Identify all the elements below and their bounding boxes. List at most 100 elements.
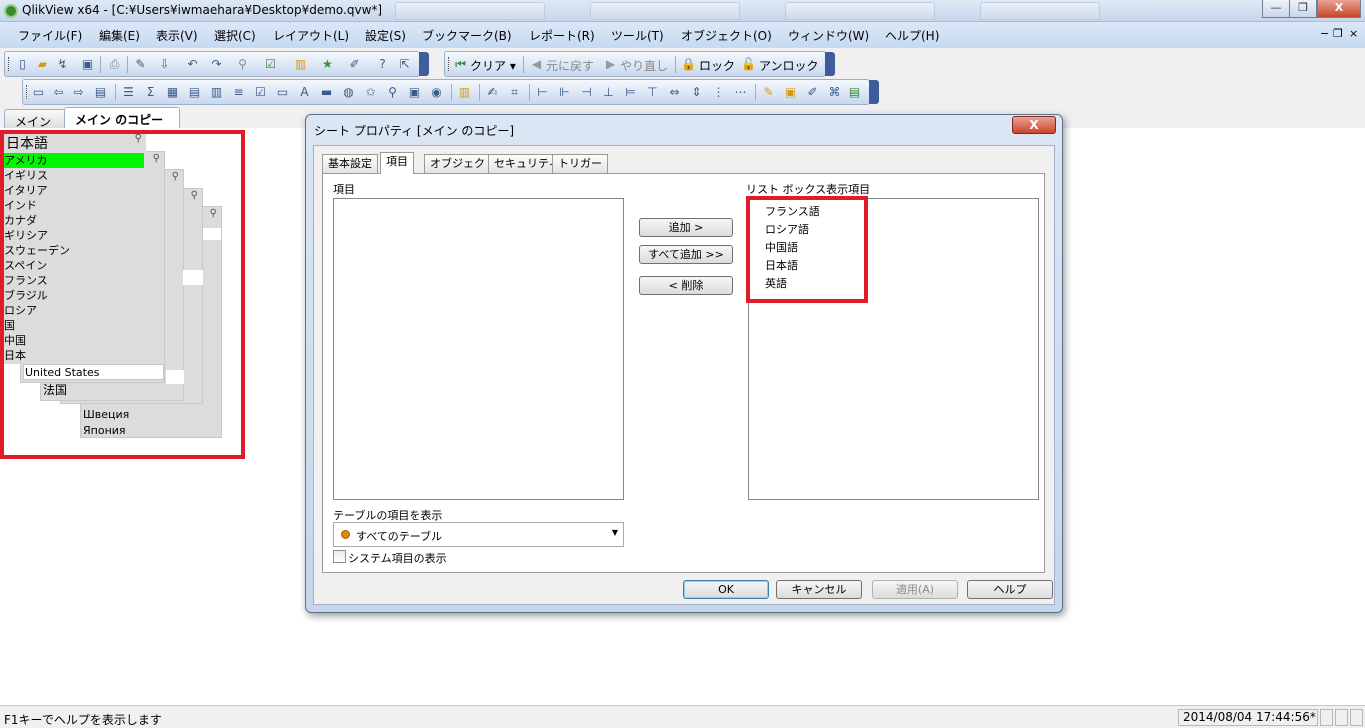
menu-settings[interactable]: 設定(S)	[365, 27, 406, 44]
statistics-box-icon[interactable]: Σ	[143, 85, 158, 100]
dialog-close-button[interactable]: X	[1012, 116, 1056, 134]
back-icon[interactable]: ◀	[529, 57, 544, 72]
tab-main[interactable]: メイン	[4, 109, 68, 141]
apply-button[interactable]: 適用(A)	[872, 580, 958, 599]
menu-file[interactable]: ファイル(F)	[18, 27, 82, 44]
add-sheet-icon[interactable]: ▭	[31, 85, 46, 100]
align-middle-icon[interactable]: ⊨	[623, 85, 638, 100]
table-viewer-icon[interactable]: ⌘	[827, 85, 842, 100]
tab-fields[interactable]: 項目	[380, 152, 414, 174]
context-help-icon[interactable]: ⇱	[397, 57, 412, 72]
chevron-down-icon[interactable]: ▼	[612, 528, 618, 537]
edit-script-icon[interactable]: ✎	[133, 57, 148, 72]
menu-object[interactable]: オブジェクト(O)	[681, 27, 772, 44]
align-top-icon[interactable]: ⊤	[645, 85, 660, 100]
bookmark-object-icon[interactable]: ✩	[363, 85, 378, 100]
align-right-icon[interactable]: ⊣	[579, 85, 594, 100]
toolbar-options-chevron[interactable]	[869, 80, 879, 104]
reload-data-icon[interactable]: ⇩	[157, 57, 172, 72]
unlock-button[interactable]: アンロック	[759, 57, 819, 74]
available-fields-list[interactable]	[333, 198, 624, 500]
system-fields-checkbox[interactable]	[333, 550, 346, 563]
slider-icon[interactable]: ◍	[341, 85, 356, 100]
search-object-icon[interactable]: ⚲	[385, 85, 400, 100]
minimize-button[interactable]: —	[1262, 0, 1290, 18]
button-object-icon[interactable]: ▭	[275, 85, 290, 100]
toolbar-options-chevron[interactable]	[825, 52, 835, 76]
menu-help[interactable]: ヘルプ(H)	[885, 27, 939, 44]
chart-icon[interactable]: ▥	[209, 85, 224, 100]
unlock-icon[interactable]: 🔓	[741, 57, 756, 72]
distribute-icon[interactable]: ⋮	[711, 85, 726, 100]
lock-button[interactable]: ロック	[699, 57, 735, 74]
align-bottom-icon[interactable]: ⊥	[601, 85, 616, 100]
bookmark-star-icon[interactable]: ★	[320, 57, 335, 72]
menu-report[interactable]: レポート(R)	[529, 27, 595, 44]
menu-bookmark[interactable]: ブックマーク(B)	[422, 27, 512, 44]
promote-sheet-icon[interactable]: ⇦	[51, 85, 66, 100]
current-selections-box-icon[interactable]: ☑	[253, 85, 268, 100]
multi-box-icon[interactable]: ▤	[187, 85, 202, 100]
current-selections-icon[interactable]: ☑	[263, 57, 278, 72]
lock-icon[interactable]: 🔒	[681, 57, 696, 72]
save-icon[interactable]: ▣	[80, 57, 95, 72]
tab-main-copy[interactable]: メイン のコピー	[64, 107, 180, 129]
clear-button[interactable]: クリア ▾	[470, 57, 516, 74]
adjust-icon[interactable]: ⋯	[733, 85, 748, 100]
chart-wizard-icon[interactable]: ▥	[293, 57, 308, 72]
tab-general[interactable]: 基本設定	[322, 154, 378, 173]
align-center-icon[interactable]: ⊩	[557, 85, 572, 100]
text-object-icon[interactable]: A	[297, 85, 312, 100]
mdi-minimize-button[interactable]: −	[1320, 27, 1329, 40]
format-painter-icon[interactable]: ✍	[485, 85, 500, 100]
demote-sheet-icon[interactable]: ⇨	[71, 85, 86, 100]
tab-triggers[interactable]: トリガー	[552, 154, 608, 173]
container-icon[interactable]: ▣	[407, 85, 422, 100]
toolbar-grip[interactable]	[448, 57, 450, 71]
add-all-button[interactable]: すべて追加 >>	[639, 245, 733, 264]
menu-layout[interactable]: レイアウト(L)	[273, 27, 349, 44]
add-button[interactable]: 追加 >	[639, 218, 733, 237]
edit-object-icon[interactable]: ✐	[347, 57, 362, 72]
menu-select[interactable]: 選択(C)	[214, 27, 256, 44]
clear-icon[interactable]: ⏮	[453, 57, 468, 72]
space-vertical-icon[interactable]: ⇕	[689, 85, 704, 100]
align-left-icon[interactable]: ⊢	[535, 85, 550, 100]
help-button[interactable]: ヘルプ	[967, 580, 1053, 599]
cancel-button[interactable]: キャンセル	[776, 580, 862, 599]
toolbar-grip[interactable]	[26, 85, 28, 99]
restore-button[interactable]: ❐	[1289, 0, 1317, 18]
new-sheet-object-icon[interactable]: ▣	[783, 85, 798, 100]
toolbar-grip[interactable]	[8, 57, 10, 71]
sheet-properties-icon[interactable]: ▤	[93, 85, 108, 100]
edit-expression-icon[interactable]: ✐	[805, 85, 820, 100]
close-button[interactable]: X	[1317, 0, 1361, 18]
line-arrow-icon[interactable]: ▬	[319, 85, 334, 100]
menu-tools[interactable]: ツール(T)	[611, 27, 664, 44]
chart-wizard-icon[interactable]: ▥	[457, 85, 472, 100]
align-icon[interactable]: ⌗	[507, 85, 522, 100]
toolbar-options-chevron[interactable]	[419, 52, 429, 76]
new-document-icon[interactable]: ▯	[15, 57, 30, 72]
open-folder-icon[interactable]: ▰	[35, 57, 50, 72]
input-box-icon[interactable]: ≡	[231, 85, 246, 100]
menu-edit[interactable]: 編集(E)	[99, 27, 140, 44]
help-icon[interactable]: ?	[375, 57, 390, 72]
table-select[interactable]: すべてのテーブル ▼	[333, 522, 624, 547]
redo-layout-icon[interactable]: ↷	[209, 57, 224, 72]
table-box-icon[interactable]: ▦	[165, 85, 180, 100]
custom-object-icon[interactable]: ◉	[429, 85, 444, 100]
mdi-close-button[interactable]: ×	[1349, 27, 1358, 40]
print-icon[interactable]: ⎙	[107, 57, 122, 72]
reload-icon[interactable]: ↯	[55, 57, 70, 72]
document-properties-icon[interactable]: ▤	[847, 85, 862, 100]
forward-icon[interactable]: ▶	[603, 57, 618, 72]
back-button[interactable]: 元に戻す	[546, 57, 594, 74]
mdi-restore-button[interactable]: ❐	[1333, 27, 1343, 40]
undo-layout-icon[interactable]: ↶	[185, 57, 200, 72]
copy-format-icon[interactable]: ✎	[761, 85, 776, 100]
menu-view[interactable]: 表示(V)	[156, 27, 198, 44]
listbox-icon[interactable]: ☰	[121, 85, 136, 100]
remove-button[interactable]: < 削除	[639, 276, 733, 295]
ok-button[interactable]: OK	[683, 580, 769, 599]
